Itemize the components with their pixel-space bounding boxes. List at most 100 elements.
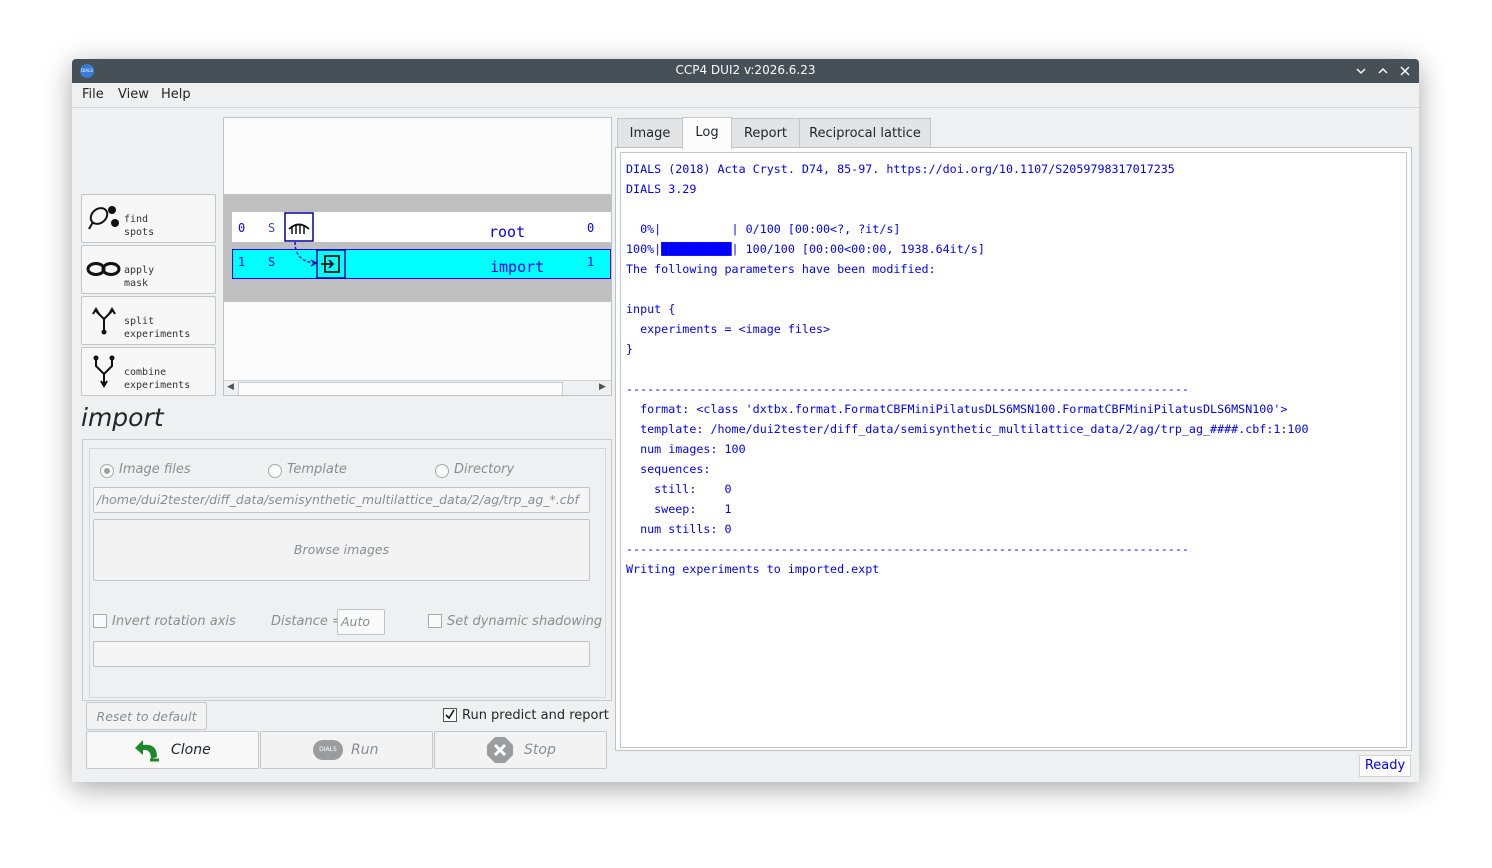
log-line: 100%|██████████| 100/100 [00:00<00:00, 1…: [626, 242, 985, 256]
combine-icon: [93, 355, 115, 388]
app-window: DIALS CCP4 DUI2 v:2026.6.23 File View He…: [72, 59, 1419, 782]
log-line: ----------------------------------------…: [626, 382, 1189, 396]
menu-bar: File View Help: [72, 83, 1419, 108]
clone-arrow-icon: [135, 740, 159, 762]
find-spots-label-1: find: [124, 214, 149, 225]
template-radio[interactable]: [268, 464, 282, 478]
browse-images-label: Browse images: [293, 542, 390, 557]
window-title: CCP4 DUI2 v:2026.6.23: [675, 63, 816, 77]
split-experiments-button[interactable]: split experiments: [81, 296, 216, 345]
tree-node-import[interactable]: 1 S import 1: [232, 249, 611, 279]
apply-mask-label-1: apply: [124, 265, 155, 276]
stop-icon: [487, 737, 513, 763]
distance-label: Distance =: [271, 614, 343, 629]
combine-experiments-button[interactable]: combine experiments: [81, 347, 216, 396]
log-line: experiments = <image files>: [626, 322, 831, 336]
tab-report[interactable]: Report: [731, 118, 800, 149]
tab-log[interactable]: Log: [682, 117, 732, 149]
reset-default-label: Reset to default: [96, 709, 197, 724]
scroll-right-icon[interactable]: ▶: [599, 382, 606, 392]
log-text: DIALS (2018) Acta Cryst. D74, 85-97. htt…: [626, 159, 1309, 579]
node-state: S: [268, 255, 276, 269]
tree-link-arrow: [294, 242, 318, 267]
invert-rotation-label: Invert rotation axis: [112, 614, 236, 629]
mask-icon: [86, 262, 121, 276]
menu-file[interactable]: File: [82, 87, 104, 102]
image-path-value: /home/dui2tester/diff_data/semisynthetic…: [97, 492, 579, 507]
log-line: sequences:: [626, 462, 711, 476]
log-line: DIALS (2018) Acta Cryst. D74, 85-97. htt…: [626, 162, 1175, 176]
node-name: import: [490, 258, 545, 276]
image-path-input[interactable]: /home/dui2tester/diff_data/semisynthetic…: [93, 487, 590, 513]
tab-image[interactable]: Image: [617, 118, 683, 149]
directory-label: Directory: [454, 462, 515, 477]
node-state: S: [268, 221, 276, 235]
image-files-radio[interactable]: [100, 464, 114, 478]
log-line: num images: 100: [626, 442, 746, 456]
dials-run-icon: DIALS: [313, 740, 343, 760]
checkmark-icon: [445, 709, 455, 720]
log-line: }: [626, 342, 634, 356]
reset-default-button[interactable]: Reset to default: [86, 702, 207, 730]
image-files-label: Image files: [119, 462, 191, 477]
log-line: format: <class 'dxtbx.format.FormatCBFMi…: [626, 402, 1288, 416]
directory-radio[interactable]: [435, 464, 449, 478]
step-heading: import: [81, 403, 164, 432]
node-number: 1: [238, 255, 246, 269]
close-icon[interactable]: [1396, 62, 1414, 80]
dynamic-shadowing-checkbox[interactable]: [428, 614, 442, 628]
menu-help[interactable]: Help: [161, 87, 191, 102]
split-icon: [92, 307, 116, 335]
stop-button[interactable]: Stop: [434, 731, 607, 769]
scroll-thumb[interactable]: [238, 382, 563, 395]
find-spots-button[interactable]: find spots: [81, 194, 216, 243]
log-text-area[interactable]: DIALS (2018) Acta Cryst. D74, 85-97. htt…: [620, 152, 1407, 748]
history-tree[interactable]: 0 S root 0 1 S import 1 ◀ ▶: [223, 117, 612, 396]
scroll-left-icon[interactable]: ◀: [227, 382, 234, 392]
find-spots-label-2: spots: [124, 227, 155, 238]
tab-reciprocal-lattice[interactable]: Reciprocal lattice: [799, 118, 931, 149]
log-panel: DIALS (2018) Acta Cryst. D74, 85-97. htt…: [615, 147, 1412, 751]
root-node-icon: [284, 212, 314, 242]
distance-placeholder: Auto: [341, 614, 371, 629]
combine-label-2: experiments: [124, 380, 191, 391]
log-line: input {: [626, 302, 676, 316]
log-line: Writing experiments to imported.expt: [626, 562, 880, 576]
title-bar: DIALS CCP4 DUI2 v:2026.6.23: [72, 59, 1419, 83]
node-count: 0: [587, 221, 595, 235]
extra-params-input[interactable]: [93, 641, 590, 667]
apply-mask-button[interactable]: apply mask: [81, 245, 216, 294]
split-label-2: experiments: [124, 329, 191, 340]
tree-node-root[interactable]: 0 S root 0: [232, 212, 611, 242]
template-label: Template: [287, 462, 347, 477]
split-label-1: split: [124, 316, 155, 327]
stop-label: Stop: [524, 742, 556, 758]
tree-band: [224, 194, 611, 302]
menu-view[interactable]: View: [118, 87, 149, 102]
distance-input[interactable]: Auto: [337, 609, 385, 635]
run-button[interactable]: DIALS Run: [260, 731, 433, 769]
clone-button[interactable]: Clone: [86, 731, 259, 769]
tree-horizontal-scrollbar[interactable]: ◀ ▶: [224, 380, 611, 395]
invert-rotation-checkbox[interactable]: [93, 614, 107, 628]
log-line: num stills: 0: [626, 522, 732, 536]
browse-images-button[interactable]: Browse images: [93, 519, 590, 581]
node-number: 0: [238, 221, 246, 235]
maximize-icon[interactable]: [1374, 62, 1392, 80]
run-predict-checkbox[interactable]: [443, 708, 457, 722]
log-line: DIALS 3.29: [626, 182, 697, 196]
import-form-inner: Image files Template Directory /home/dui…: [89, 448, 606, 698]
find-spots-icon: [88, 206, 119, 230]
node-name: root: [489, 223, 526, 241]
log-line: template: /home/dui2tester/diff_data/sem…: [626, 422, 1309, 436]
clone-label: Clone: [171, 742, 211, 758]
apply-mask-label-2: mask: [124, 278, 149, 289]
log-line: ----------------------------------------…: [626, 542, 1189, 556]
log-line: still: 0: [626, 482, 732, 496]
status-label: Ready: [1359, 755, 1411, 777]
log-line: The following parameters have been modif…: [626, 262, 936, 276]
combine-label-1: combine: [124, 367, 167, 378]
import-form: Image files Template Directory /home/dui…: [82, 439, 612, 701]
minimize-icon[interactable]: [1352, 62, 1370, 80]
run-label: Run: [351, 742, 379, 758]
